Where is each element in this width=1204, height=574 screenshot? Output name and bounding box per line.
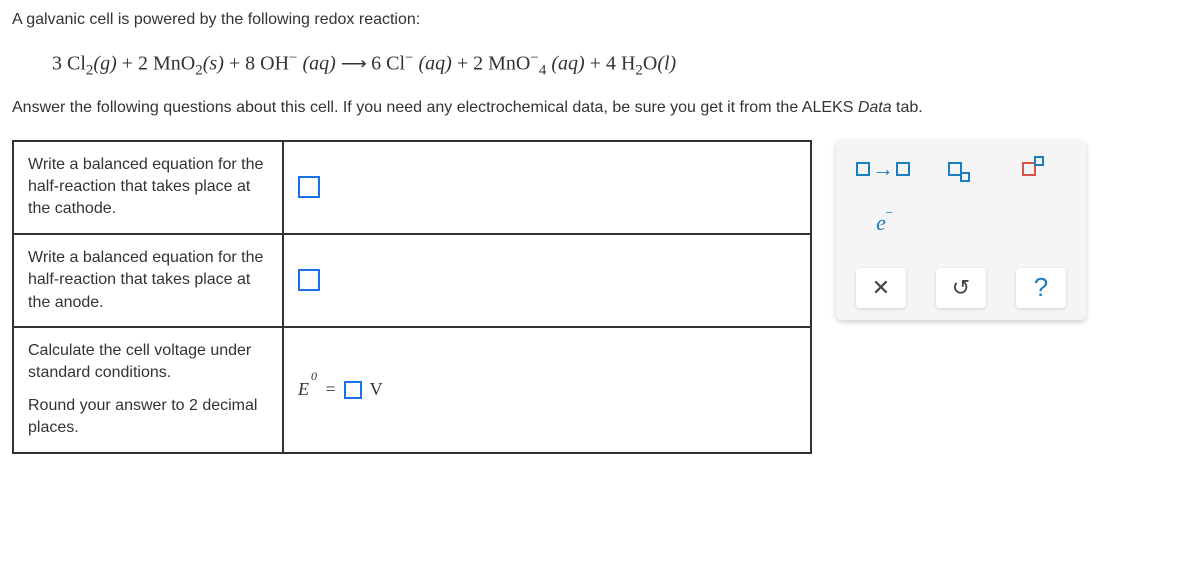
table-row: Write a balanced equation for the half-r… [13,141,811,234]
voltage-input[interactable] [344,381,362,399]
voltage-unit: V [370,379,383,400]
anode-answer-cell[interactable] [283,234,811,327]
help-button[interactable]: ? [1016,268,1066,308]
yields-arrow-tool[interactable]: → [856,156,910,182]
cathode-input[interactable] [298,176,320,198]
close-icon: ✕ [872,275,890,301]
anode-question-label: Write a balanced equation for the half-r… [13,234,283,327]
voltage-E-label: E [298,379,309,399]
voltage-equals: = [326,379,336,400]
superscript-tool[interactable] [1008,162,1058,176]
clear-button[interactable]: ✕ [856,268,906,308]
voltage-sup-0: 0 [311,369,317,384]
voltage-question-label: Calculate the cell voltage under standar… [13,327,283,453]
subscript-tool[interactable] [934,162,984,176]
table-row: Calculate the cell voltage under standar… [13,327,811,453]
anode-input[interactable] [298,269,320,291]
intro-text: A galvanic cell is powered by the follow… [12,8,1192,32]
instructions-text: Answer the following questions about thi… [12,96,1192,120]
question-table: Write a balanced equation for the half-r… [12,140,812,454]
redox-equation: 3 Cl2(g) + 2 MnO2(s) + 8 OH− (aq) ⟶ 6 Cl… [52,50,1192,80]
cathode-question-label: Write a balanced equation for the half-r… [13,141,283,234]
cathode-answer-cell[interactable] [283,141,811,234]
help-icon: ? [1034,272,1048,303]
reset-icon: ↺ [952,275,970,301]
voltage-answer-cell[interactable]: E 0 = V [283,327,811,453]
electron-tool[interactable]: e− [856,210,906,236]
equation-toolbox: → e− ✕ [836,140,1086,320]
table-row: Write a balanced equation for the half-r… [13,234,811,327]
reset-button[interactable]: ↺ [936,268,986,308]
